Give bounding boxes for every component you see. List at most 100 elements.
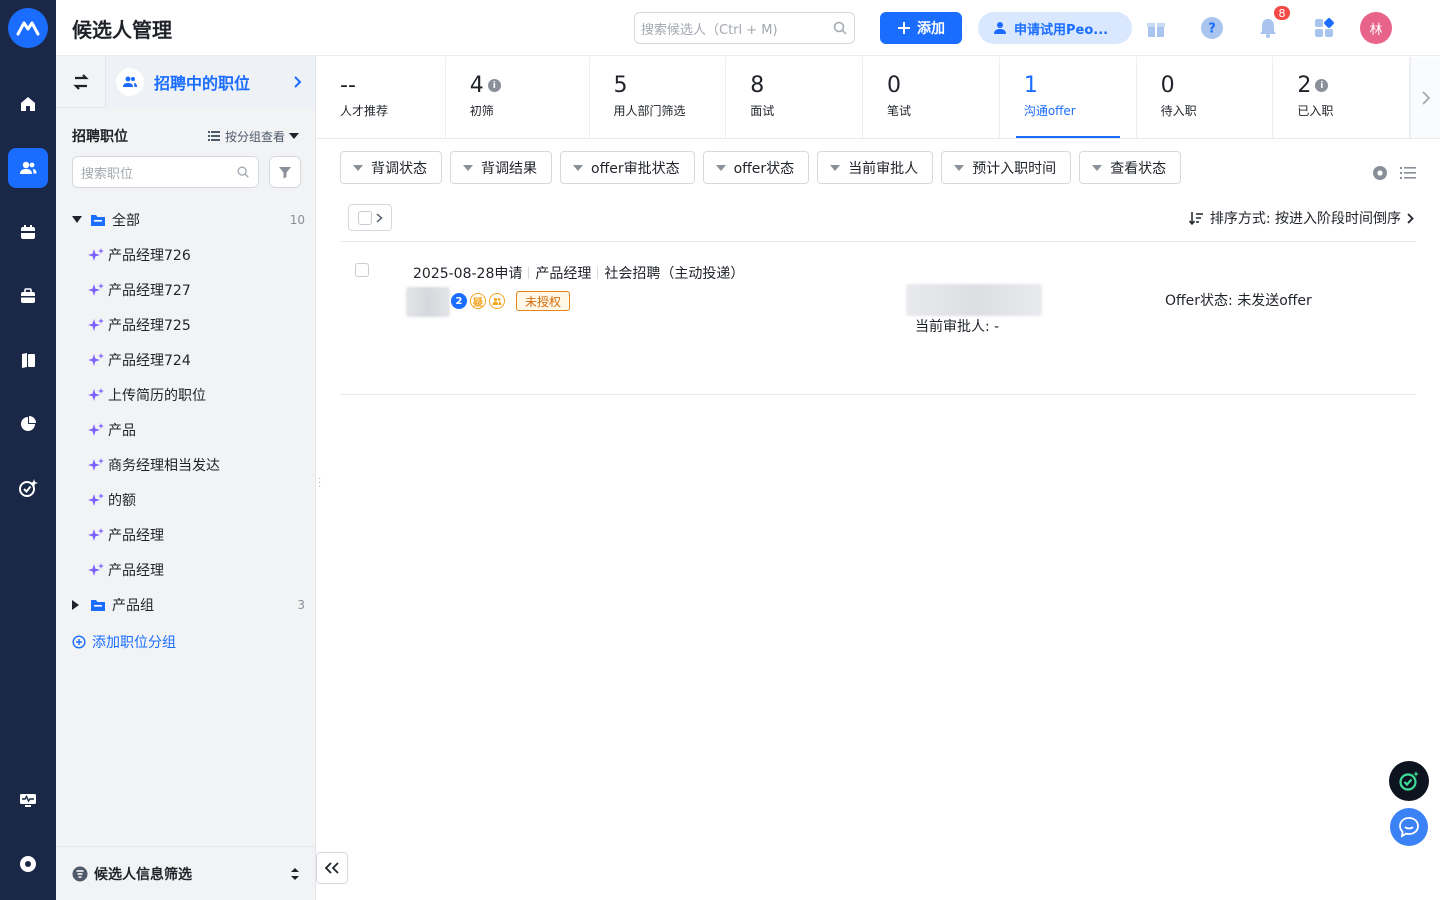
stage-label: 已入职 (1297, 104, 1334, 118)
calendar-icon[interactable] (8, 212, 48, 252)
filter-chip[interactable]: 背调状态 (340, 151, 442, 184)
filter-bar: 背调状态 背调结果 offer审批状态 offer状态 当前审批人 预计入职时间… (340, 151, 1182, 184)
filter-chip[interactable]: 背调结果 (450, 151, 552, 184)
stage-label: 初筛 (469, 104, 494, 118)
position-search-input[interactable]: 搜索职位 (72, 156, 259, 188)
resize-handle[interactable]: · · · (318, 475, 321, 493)
switch-view-icon[interactable] (56, 55, 106, 108)
position-item[interactable]: 产品经理 (56, 517, 315, 552)
candidate-info-filter[interactable]: 候选人信息筛选 (56, 846, 316, 900)
position-item[interactable]: 产品 (56, 412, 315, 447)
position-item[interactable]: 的额 (56, 482, 315, 517)
stage-label: 人才推荐 (340, 104, 389, 118)
stage-tab-onboarded[interactable]: 2i 已入职 (1273, 57, 1411, 138)
candidate-search-input[interactable]: 搜索候选人（Ctrl + M) (634, 12, 855, 44)
tree-node-all-label: 全部 (112, 212, 140, 229)
candidate-info-filter-label: 候选人信息筛选 (94, 866, 192, 883)
sparkle-icon (88, 247, 104, 261)
stage-label: 沟通offer (1023, 104, 1076, 118)
stage-label: 用人部门筛选 (613, 104, 686, 118)
positions-section-header: 招聘职位 按分组查看 (56, 116, 315, 156)
ai-assistant-float-button[interactable] (1389, 761, 1429, 801)
candidate-name-redacted[interactable] (406, 287, 450, 317)
stage-tab-offer[interactable]: 1 沟通offer (1000, 57, 1137, 138)
stage-tab-screening[interactable]: 4i 初筛 (446, 57, 590, 138)
candidate-checkbox[interactable] (355, 263, 369, 277)
position-filter-button[interactable] (269, 156, 301, 188)
filter-chip[interactable]: offer审批状态 (560, 151, 695, 184)
sparkle-icon (88, 387, 104, 401)
notification-count-badge: 8 (1272, 4, 1292, 22)
add-button[interactable]: 添加 (880, 12, 962, 44)
tree-node-group[interactable]: 产品组 3 (56, 587, 315, 622)
gift-icon[interactable] (1142, 14, 1170, 42)
current-view-selector[interactable]: 招聘中的职位 (106, 55, 315, 108)
position-item[interactable]: 产品经理727 (56, 272, 315, 307)
collapse-sidebar-button[interactable] (316, 852, 348, 884)
divider (528, 267, 530, 279)
briefcase-icon[interactable] (8, 276, 48, 316)
candidate-meta[interactable]: 2025-08-28申请 产品经理 社会招聘（主动投递） (413, 263, 744, 283)
stage-tab-written-test[interactable]: 0 笔试 (863, 57, 1000, 138)
position-item-label: 产品经理727 (108, 282, 191, 299)
filter-chip[interactable]: 查看状态 (1079, 151, 1182, 184)
select-all-checkbox[interactable] (357, 210, 372, 225)
user-avatar[interactable]: 林 (1360, 12, 1392, 44)
apps-grid-icon[interactable] (1310, 14, 1338, 42)
sort-label: 排序方式: 按进入阶段时间倒序 (1209, 211, 1401, 227)
positions-section-title: 招聘职位 (72, 129, 128, 145)
stage-count: 1 (1023, 73, 1038, 98)
sort-updown-icon (291, 867, 299, 880)
ai-assistant-icon[interactable] (8, 468, 48, 508)
position-item[interactable]: 上传简历的职位 (56, 377, 315, 412)
chat-icon (1399, 817, 1419, 838)
home-icon[interactable] (8, 84, 48, 124)
monitor-icon[interactable] (8, 780, 48, 820)
app-logo[interactable] (8, 8, 48, 48)
filter-chip[interactable]: 预计入职时间 (941, 151, 1072, 184)
stage-scroll-right-icon[interactable] (1410, 57, 1440, 138)
position-item-label: 产品经理 (108, 527, 164, 544)
filter-chip[interactable]: 当前审批人 (817, 151, 934, 184)
stage-label: 待入职 (1160, 104, 1197, 118)
expand-down-icon[interactable] (72, 215, 82, 224)
settings-circle-icon[interactable] (1371, 164, 1389, 182)
stage-tab-talent-recommend[interactable]: -- 人才推荐 (316, 57, 446, 138)
help-icon[interactable]: ? (1198, 14, 1226, 42)
group-view-toggle[interactable]: 按分组查看 (207, 128, 299, 145)
stage-label: 笔试 (887, 104, 912, 118)
sidebar-header: 招聘中的职位 (56, 55, 315, 108)
expand-right-icon[interactable] (72, 599, 82, 610)
info-icon[interactable]: i (1315, 79, 1329, 92)
add-button-label: 添加 (917, 21, 945, 37)
caret-down-icon (353, 164, 363, 171)
add-position-group-link[interactable]: 添加职位分组 (56, 622, 315, 662)
info-icon[interactable]: i (487, 79, 501, 92)
position-item[interactable]: 商务经理相当发达 (56, 447, 315, 482)
sort-selector[interactable]: 排序方式: 按进入阶段时间倒序 (1188, 208, 1414, 228)
chat-support-button[interactable] (1390, 808, 1428, 846)
sparkle-icon (88, 282, 104, 296)
filter-chip[interactable]: offer状态 (702, 151, 810, 184)
apply-trial-button[interactable]: 申请试用Peo... (978, 12, 1132, 44)
stage-tab-interview[interactable]: 8 面试 (726, 57, 864, 138)
settings-icon[interactable] (8, 844, 48, 884)
talent-book-icon[interactable] (8, 340, 48, 380)
stage-tab-dept-screening[interactable]: 5 用人部门筛选 (590, 57, 727, 138)
folder-icon (90, 598, 106, 612)
position-item-label: 产品 (108, 422, 136, 439)
caret-down-icon (954, 164, 965, 171)
list-view-icon[interactable] (1399, 164, 1417, 182)
candidates-nav-icon[interactable] (8, 148, 48, 188)
tree-node-all[interactable]: 全部 10 (56, 202, 315, 237)
position-item[interactable]: 产品经理 (56, 552, 315, 587)
select-all-dropdown[interactable] (348, 204, 392, 231)
position-search-placeholder: 搜索职位 (81, 166, 134, 182)
stage-tab-pending-onboard[interactable]: 0 待入职 (1137, 57, 1274, 138)
position-item[interactable]: 产品经理725 (56, 307, 315, 342)
report-pie-icon[interactable] (8, 404, 48, 444)
position-item[interactable]: 产品经理724 (56, 342, 315, 377)
position-item-label: 产品经理725 (108, 317, 191, 334)
search-icon (833, 21, 847, 35)
position-item[interactable]: 产品经理726 (56, 237, 315, 272)
